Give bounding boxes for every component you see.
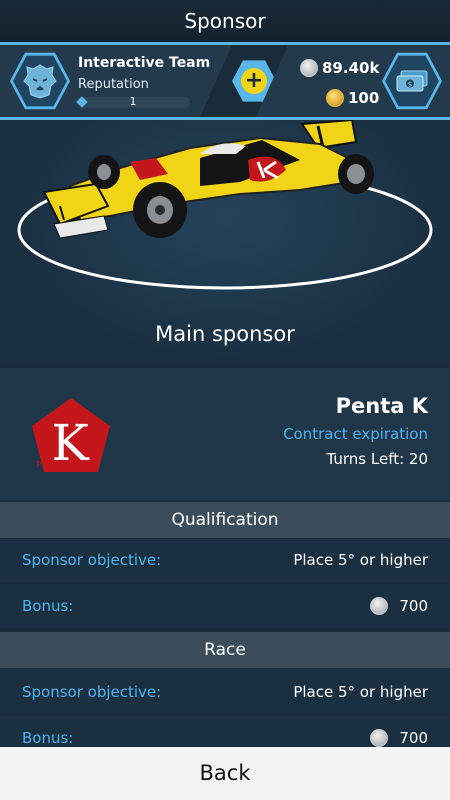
back-button[interactable]: Back [0, 747, 450, 800]
race-objective-row: Sponsor objective: Place 5° or higher [0, 670, 450, 714]
reputation-label: Reputation [78, 77, 149, 92]
sponsor-logo-caption: PENTA K [36, 460, 77, 469]
bonus-value: 700 [399, 597, 428, 615]
main-sponsor-title: Main sponsor [155, 322, 295, 346]
team-panel[interactable]: Interactive Team Reputation 1 [0, 45, 232, 117]
lion-icon [23, 64, 57, 99]
qualification-bonus-row: Bonus: 700 [0, 584, 450, 628]
team-emblem [10, 52, 70, 110]
objective-label: Sponsor objective: [22, 683, 162, 701]
sponsor-name: Penta K [335, 394, 428, 418]
contract-expiration-label: Contract expiration [283, 425, 428, 443]
bonus-label: Bonus: [22, 597, 74, 615]
penta-k-logo: K [32, 398, 110, 472]
team-name: Interactive Team [78, 55, 211, 71]
silver-coin-icon [370, 729, 388, 747]
section-qualification-header: Qualification [0, 502, 450, 538]
section-race-header: Race [0, 632, 450, 668]
sponsor-logo: K [26, 394, 116, 484]
gold-amount: 100 [348, 89, 380, 107]
team-header: Interactive Team Reputation 1 + 89.40k 1… [0, 42, 450, 120]
cash-icon: $ [396, 70, 428, 92]
sponsor-card: K PENTA K Penta K Contract expiration Tu… [0, 368, 450, 500]
reputation-bar: 1 [76, 95, 190, 108]
currency-panel: 89.40k 100 $ [256, 45, 450, 117]
objective-label: Sponsor objective: [22, 551, 162, 569]
objective-value: Place 5° or higher [293, 551, 428, 569]
qualification-objective-row: Sponsor objective: Place 5° or higher [0, 538, 450, 582]
objective-value: Place 5° or higher [293, 683, 428, 701]
plus-icon: + [241, 68, 267, 94]
shop-button[interactable]: $ [382, 52, 442, 110]
silver-amount: 89.40k [322, 59, 380, 77]
svg-text:$: $ [408, 81, 412, 89]
turns-left: Turns Left: 20 [326, 450, 428, 468]
silver-coin-icon [300, 59, 318, 77]
screen-title: Sponsor [0, 0, 450, 42]
silver-coin-icon [370, 597, 388, 615]
gold-coin-icon [326, 89, 344, 107]
reputation-level: 1 [129, 95, 137, 108]
